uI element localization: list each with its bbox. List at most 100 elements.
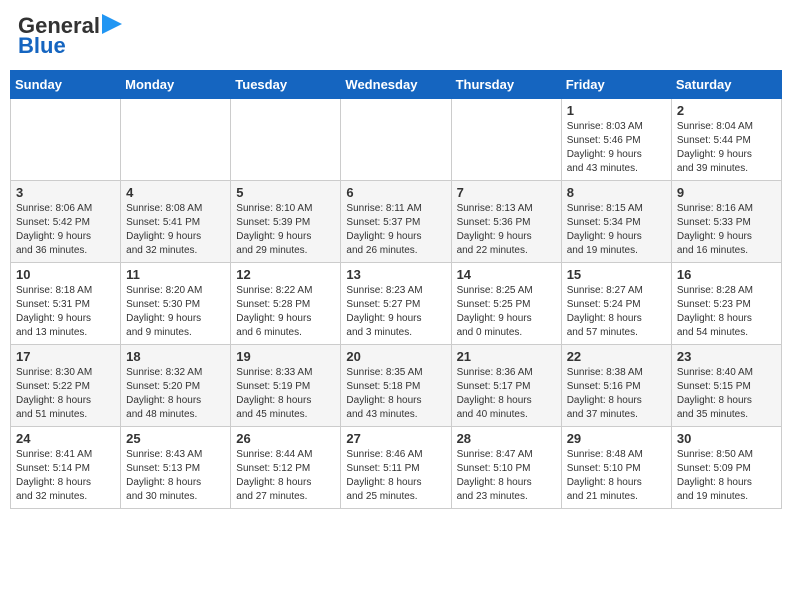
day-number: 27 xyxy=(346,431,445,446)
calendar-cell: 27 Sunrise: 8:46 AM Sunset: 5:11 PM Dayli… xyxy=(341,427,451,509)
day-number: 6 xyxy=(346,185,445,200)
day-number: 23 xyxy=(677,349,776,364)
day-number: 20 xyxy=(346,349,445,364)
calendar-cell xyxy=(11,99,121,181)
day-number: 18 xyxy=(126,349,225,364)
week-row-0: 1 Sunrise: 8:03 AM Sunset: 5:46 PM Daylig… xyxy=(11,99,782,181)
calendar-cell: 14 Sunrise: 8:25 AM Sunset: 5:25 PM Dayli… xyxy=(451,263,561,345)
day-detail: Sunrise: 8:16 AM Sunset: 5:33 PM Dayligh… xyxy=(677,202,776,258)
day-detail: Sunrise: 8:38 AM Sunset: 5:16 PM Dayligh… xyxy=(567,366,666,422)
day-detail: Sunrise: 8:18 AM Sunset: 5:31 PM Dayligh… xyxy=(16,284,115,340)
col-header-thursday: Thursday xyxy=(451,71,561,99)
calendar-cell xyxy=(451,99,561,181)
week-row-3: 17 Sunrise: 8:30 AM Sunset: 5:22 PM Dayli… xyxy=(11,345,782,427)
day-detail: Sunrise: 8:33 AM Sunset: 5:19 PM Dayligh… xyxy=(236,366,335,422)
calendar-cell xyxy=(231,99,341,181)
day-detail: Sunrise: 8:28 AM Sunset: 5:23 PM Dayligh… xyxy=(677,284,776,340)
day-detail: Sunrise: 8:11 AM Sunset: 5:37 PM Dayligh… xyxy=(346,202,445,258)
calendar-cell xyxy=(341,99,451,181)
day-number: 14 xyxy=(457,267,556,282)
day-detail: Sunrise: 8:40 AM Sunset: 5:15 PM Dayligh… xyxy=(677,366,776,422)
calendar-cell: 3 Sunrise: 8:06 AM Sunset: 5:42 PM Daylig… xyxy=(11,181,121,263)
day-detail: Sunrise: 8:03 AM Sunset: 5:46 PM Dayligh… xyxy=(567,120,666,176)
day-number: 2 xyxy=(677,103,776,118)
calendar-cell: 19 Sunrise: 8:33 AM Sunset: 5:19 PM Dayli… xyxy=(231,345,341,427)
logo-arrow-icon xyxy=(102,14,122,34)
day-detail: Sunrise: 8:10 AM Sunset: 5:39 PM Dayligh… xyxy=(236,202,335,258)
calendar-cell: 22 Sunrise: 8:38 AM Sunset: 5:16 PM Dayli… xyxy=(561,345,671,427)
day-detail: Sunrise: 8:25 AM Sunset: 5:25 PM Dayligh… xyxy=(457,284,556,340)
day-detail: Sunrise: 8:08 AM Sunset: 5:41 PM Dayligh… xyxy=(126,202,225,258)
calendar-cell: 7Sunrise: 8:13 AM Sunset: 5:36 PM Daylig… xyxy=(451,181,561,263)
calendar-cell: 5 Sunrise: 8:10 AM Sunset: 5:39 PM Daylig… xyxy=(231,181,341,263)
calendar-cell: 18Sunrise: 8:32 AM Sunset: 5:20 PM Dayli… xyxy=(121,345,231,427)
day-number: 3 xyxy=(16,185,115,200)
day-number: 4 xyxy=(126,185,225,200)
day-number: 10 xyxy=(16,267,115,282)
calendar-cell: 30 Sunrise: 8:50 AM Sunset: 5:09 PM Dayli… xyxy=(671,427,781,509)
day-number: 29 xyxy=(567,431,666,446)
calendar-cell xyxy=(121,99,231,181)
day-number: 17 xyxy=(16,349,115,364)
day-detail: Sunrise: 8:50 AM Sunset: 5:09 PM Dayligh… xyxy=(677,448,776,504)
day-detail: Sunrise: 8:35 AM Sunset: 5:18 PM Dayligh… xyxy=(346,366,445,422)
calendar-cell: 11Sunrise: 8:20 AM Sunset: 5:30 PM Dayli… xyxy=(121,263,231,345)
col-header-saturday: Saturday xyxy=(671,71,781,99)
day-detail: Sunrise: 8:36 AM Sunset: 5:17 PM Dayligh… xyxy=(457,366,556,422)
calendar-cell: 24 Sunrise: 8:41 AM Sunset: 5:14 PM Dayli… xyxy=(11,427,121,509)
calendar-cell: 10 Sunrise: 8:18 AM Sunset: 5:31 PM Dayli… xyxy=(11,263,121,345)
day-number: 28 xyxy=(457,431,556,446)
calendar-cell: 15 Sunrise: 8:27 AM Sunset: 5:24 PM Dayli… xyxy=(561,263,671,345)
day-number: 16 xyxy=(677,267,776,282)
day-detail: Sunrise: 8:44 AM Sunset: 5:12 PM Dayligh… xyxy=(236,448,335,504)
calendar-cell: 29 Sunrise: 8:48 AM Sunset: 5:10 PM Dayli… xyxy=(561,427,671,509)
calendar-cell: 8Sunrise: 8:15 AM Sunset: 5:34 PM Daylig… xyxy=(561,181,671,263)
day-number: 5 xyxy=(236,185,335,200)
week-row-1: 3 Sunrise: 8:06 AM Sunset: 5:42 PM Daylig… xyxy=(11,181,782,263)
day-number: 22 xyxy=(567,349,666,364)
day-detail: Sunrise: 8:47 AM Sunset: 5:10 PM Dayligh… xyxy=(457,448,556,504)
calendar-cell: 2 Sunrise: 8:04 AM Sunset: 5:44 PM Daylig… xyxy=(671,99,781,181)
day-number: 25 xyxy=(126,431,225,446)
calendar-cell: 12Sunrise: 8:22 AM Sunset: 5:28 PM Dayli… xyxy=(231,263,341,345)
day-detail: Sunrise: 8:46 AM Sunset: 5:11 PM Dayligh… xyxy=(346,448,445,504)
col-header-wednesday: Wednesday xyxy=(341,71,451,99)
logo-blue-text: Blue xyxy=(18,33,66,58)
day-detail: Sunrise: 8:27 AM Sunset: 5:24 PM Dayligh… xyxy=(567,284,666,340)
day-detail: Sunrise: 8:48 AM Sunset: 5:10 PM Dayligh… xyxy=(567,448,666,504)
week-row-4: 24 Sunrise: 8:41 AM Sunset: 5:14 PM Dayli… xyxy=(11,427,782,509)
calendar-cell: 17 Sunrise: 8:30 AM Sunset: 5:22 PM Dayli… xyxy=(11,345,121,427)
calendar-cell: 26 Sunrise: 8:44 AM Sunset: 5:12 PM Dayli… xyxy=(231,427,341,509)
calendar-table: SundayMondayTuesdayWednesdayThursdayFrid… xyxy=(10,70,782,509)
day-number: 19 xyxy=(236,349,335,364)
week-row-2: 10 Sunrise: 8:18 AM Sunset: 5:31 PM Dayli… xyxy=(11,263,782,345)
col-header-monday: Monday xyxy=(121,71,231,99)
col-header-tuesday: Tuesday xyxy=(231,71,341,99)
day-detail: Sunrise: 8:04 AM Sunset: 5:44 PM Dayligh… xyxy=(677,120,776,176)
calendar-cell: 4 Sunrise: 8:08 AM Sunset: 5:41 PM Daylig… xyxy=(121,181,231,263)
calendar-cell: 9 Sunrise: 8:16 AM Sunset: 5:33 PM Daylig… xyxy=(671,181,781,263)
logo: General Blue xyxy=(18,14,122,58)
day-detail: Sunrise: 8:41 AM Sunset: 5:14 PM Dayligh… xyxy=(16,448,115,504)
calendar-cell: 25Sunrise: 8:43 AM Sunset: 5:13 PM Dayli… xyxy=(121,427,231,509)
day-number: 21 xyxy=(457,349,556,364)
day-number: 24 xyxy=(16,431,115,446)
day-number: 9 xyxy=(677,185,776,200)
calendar-cell: 1 Sunrise: 8:03 AM Sunset: 5:46 PM Daylig… xyxy=(561,99,671,181)
day-number: 8 xyxy=(567,185,666,200)
calendar-cell: 23 Sunrise: 8:40 AM Sunset: 5:15 PM Dayli… xyxy=(671,345,781,427)
calendar-cell: 13Sunrise: 8:23 AM Sunset: 5:27 PM Dayli… xyxy=(341,263,451,345)
day-number: 13 xyxy=(346,267,445,282)
col-header-sunday: Sunday xyxy=(11,71,121,99)
day-detail: Sunrise: 8:30 AM Sunset: 5:22 PM Dayligh… xyxy=(16,366,115,422)
calendar-cell: 6 Sunrise: 8:11 AM Sunset: 5:37 PM Daylig… xyxy=(341,181,451,263)
day-detail: Sunrise: 8:06 AM Sunset: 5:42 PM Dayligh… xyxy=(16,202,115,258)
day-number: 1 xyxy=(567,103,666,118)
day-number: 15 xyxy=(567,267,666,282)
day-number: 26 xyxy=(236,431,335,446)
day-detail: Sunrise: 8:13 AM Sunset: 5:36 PM Dayligh… xyxy=(457,202,556,258)
day-number: 12 xyxy=(236,267,335,282)
day-number: 30 xyxy=(677,431,776,446)
day-number: 11 xyxy=(126,267,225,282)
page-header: General Blue xyxy=(10,10,782,62)
